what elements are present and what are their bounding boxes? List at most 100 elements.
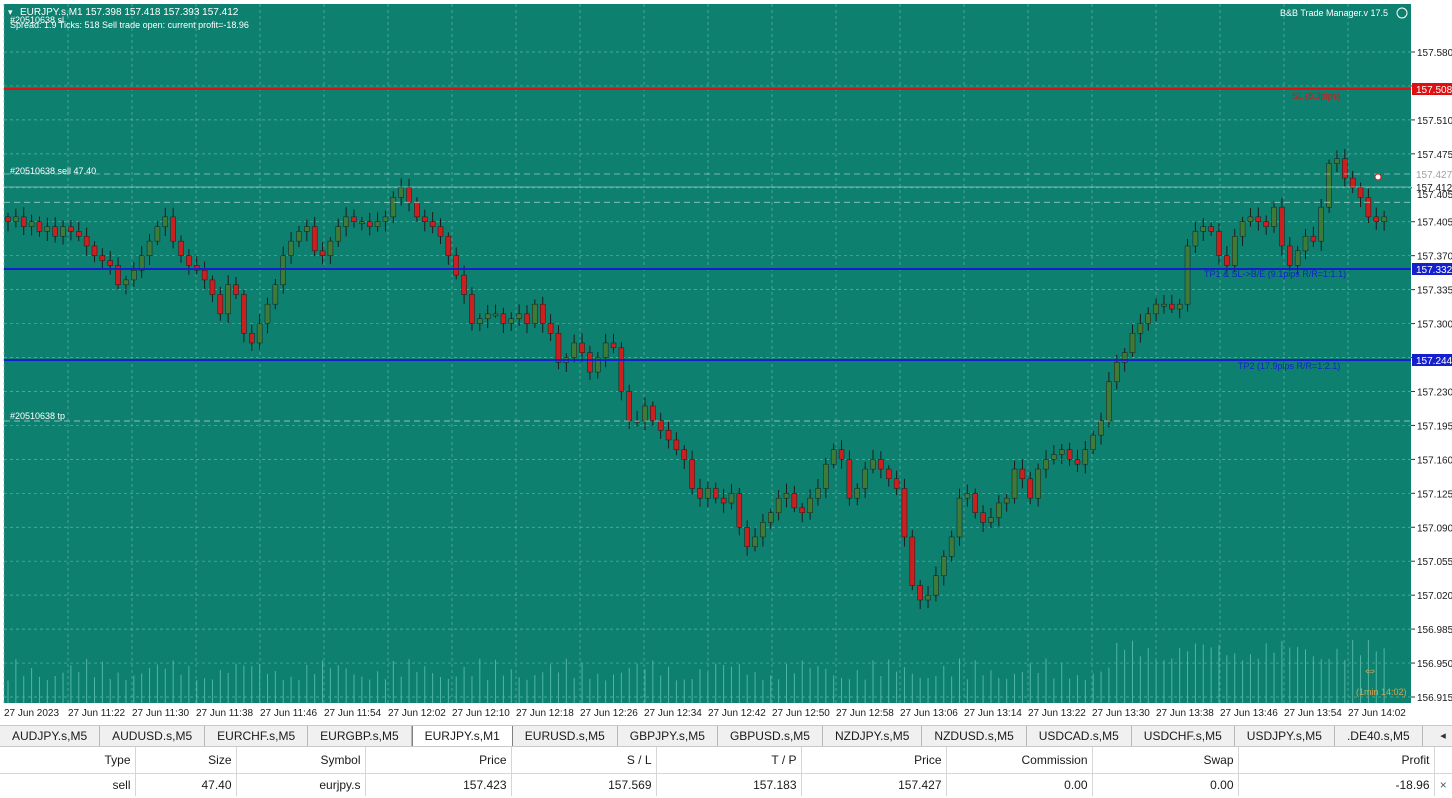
candle-body bbox=[5, 216, 11, 222]
x-tick-label: 27 Jun 12:34 bbox=[644, 708, 702, 719]
table-cell: 157.423 bbox=[365, 773, 512, 796]
col-header[interactable]: S / L bbox=[511, 747, 657, 774]
tab-eurusd-s-m5[interactable]: EURUSD.s,M5 bbox=[513, 726, 618, 746]
candle-body bbox=[154, 226, 161, 242]
candle-body bbox=[170, 216, 176, 242]
table-cell: -18.96 bbox=[1238, 773, 1435, 796]
candle-body bbox=[272, 284, 279, 305]
table-row[interactable]: sell 47.40 eurjpy.s 157.423 157.569 157.183 15… bbox=[0, 773, 1452, 797]
candle-body bbox=[1098, 420, 1104, 436]
candle-body bbox=[791, 493, 798, 509]
col-header[interactable]: Profit bbox=[1238, 747, 1435, 774]
candle-body bbox=[107, 260, 113, 266]
candle-body bbox=[846, 459, 853, 499]
tab-audusd-s-m5[interactable]: AUDUSD.s,M5 bbox=[100, 726, 206, 746]
col-header[interactable]: Size bbox=[135, 747, 237, 774]
candle-body bbox=[807, 497, 813, 513]
tab-nzdusd-s-m5[interactable]: NZDUSD.s,M5 bbox=[922, 726, 1027, 746]
candle-body bbox=[1090, 434, 1096, 450]
candle-body bbox=[461, 274, 467, 295]
tab-eurgbp-s-m5[interactable]: EURGBP.s,M5 bbox=[308, 726, 412, 746]
chart-area[interactable]: 157.580157.545157.510157.475157.440157.4… bbox=[0, 0, 1452, 725]
candle-body bbox=[587, 352, 593, 373]
candle-body bbox=[972, 493, 978, 513]
col-header[interactable]: Price bbox=[801, 747, 947, 774]
tab-de40-s-m5[interactable]: .DE40.s,M5 bbox=[1335, 726, 1423, 746]
tab-usdcad-s-m5[interactable]: USDCAD.s,M5 bbox=[1027, 726, 1132, 746]
candle-body bbox=[319, 250, 326, 256]
table-cell: eurjpy.s bbox=[236, 773, 366, 796]
col-header[interactable]: Symbol bbox=[236, 747, 366, 774]
candle-body bbox=[44, 226, 51, 232]
candle-body bbox=[783, 493, 790, 499]
tab-nzdjpy-s-m5[interactable]: NZDJPY.s,M5 bbox=[823, 726, 923, 746]
candle-body bbox=[1184, 245, 1191, 305]
candle-body bbox=[1302, 236, 1309, 252]
candle-body bbox=[327, 240, 334, 256]
candle-body bbox=[681, 449, 688, 460]
tab-usdjpy-s-m5[interactable]: USDJPY.s,M5 bbox=[1235, 726, 1335, 746]
candle-body bbox=[539, 303, 546, 324]
tp2-price-badge: 157.244 bbox=[1416, 356, 1452, 367]
price-chart[interactable]: 157.580157.545157.510157.475157.440157.4… bbox=[0, 0, 1452, 725]
candle-body bbox=[838, 449, 845, 460]
candle-body bbox=[1357, 187, 1364, 198]
tab-eurchf-s-m5[interactable]: EURCHF.s,M5 bbox=[205, 726, 309, 746]
candle-body bbox=[862, 468, 868, 489]
candle-body bbox=[712, 488, 719, 499]
candle-body bbox=[406, 187, 412, 203]
candle-body bbox=[988, 517, 994, 523]
candle-body bbox=[1271, 206, 1277, 227]
candle-body bbox=[343, 216, 349, 227]
close-trade-icon[interactable]: × bbox=[1434, 774, 1452, 797]
x-tick-label: 27 Jun 2023 bbox=[4, 708, 59, 719]
y-tick-label: 156.950 bbox=[1417, 659, 1452, 670]
double-arrow-icon[interactable]: ⇔ bbox=[1362, 662, 1378, 679]
col-header-blank bbox=[1434, 747, 1452, 774]
ask-price-badge: 157.427 bbox=[1416, 170, 1452, 181]
candle-body bbox=[1011, 468, 1018, 499]
candle-body bbox=[1216, 231, 1222, 256]
tab-gbpjpy-s-m5[interactable]: GBPJPY.s,M5 bbox=[618, 726, 718, 746]
col-header[interactable]: Commission bbox=[946, 747, 1093, 774]
x-tick-label: 27 Jun 13:14 bbox=[964, 708, 1022, 719]
col-header[interactable]: Price bbox=[365, 747, 512, 774]
tab-eurjpy-s-m1[interactable]: EURJPY.s,M1 bbox=[411, 726, 513, 746]
x-tick-label: 27 Jun 13:30 bbox=[1092, 708, 1150, 719]
tab-scroll-arrows-icon[interactable]: ◂ bbox=[1434, 726, 1452, 746]
candle-body bbox=[516, 313, 522, 319]
trade-terminal: Type Size Symbol Price S / LT / P Price Commis… bbox=[0, 747, 1452, 798]
cursor-marker bbox=[1374, 173, 1382, 181]
candle-body bbox=[429, 221, 436, 227]
candle-body bbox=[1247, 216, 1254, 222]
col-header[interactable]: T / P bbox=[656, 747, 802, 774]
candle-body bbox=[1027, 478, 1034, 499]
tab-gbpusd-s-m5[interactable]: GBPUSD.s,M5 bbox=[718, 726, 823, 746]
candle-body bbox=[524, 313, 530, 324]
sl-price-badge: 157.508 bbox=[1416, 85, 1452, 96]
candle-body bbox=[256, 323, 263, 344]
candle-body bbox=[311, 226, 318, 252]
candle-body bbox=[878, 459, 884, 470]
col-header[interactable]: Type bbox=[0, 747, 136, 774]
tp2-text: TP2 (17.9pips R/R=1:2.1) bbox=[1238, 361, 1340, 371]
candle-body bbox=[445, 236, 452, 256]
table-cell: 157.569 bbox=[511, 773, 657, 796]
candle-body bbox=[186, 255, 192, 266]
candle-body bbox=[602, 342, 609, 358]
candle-body bbox=[1287, 245, 1293, 266]
candle-body bbox=[1349, 177, 1356, 189]
x-tick-label: 27 Jun 12:26 bbox=[580, 708, 638, 719]
tab-usdchf-s-m5[interactable]: USDCHF.s,M5 bbox=[1132, 726, 1235, 746]
candle-body bbox=[736, 493, 743, 528]
candle-body bbox=[414, 202, 420, 218]
candle-body bbox=[390, 197, 397, 218]
candle-body bbox=[933, 575, 939, 596]
candle-body bbox=[925, 594, 931, 601]
col-header[interactable]: Swap bbox=[1092, 747, 1239, 774]
x-tick-label: 27 Jun 11:30 bbox=[132, 708, 190, 719]
x-tick-label: 27 Jun 13:38 bbox=[1156, 708, 1214, 719]
tab-audjpy-s-m5[interactable]: AUDJPY.s,M5 bbox=[0, 726, 101, 746]
candle-body bbox=[288, 240, 294, 256]
y-tick-label: 157.020 bbox=[1417, 591, 1452, 602]
